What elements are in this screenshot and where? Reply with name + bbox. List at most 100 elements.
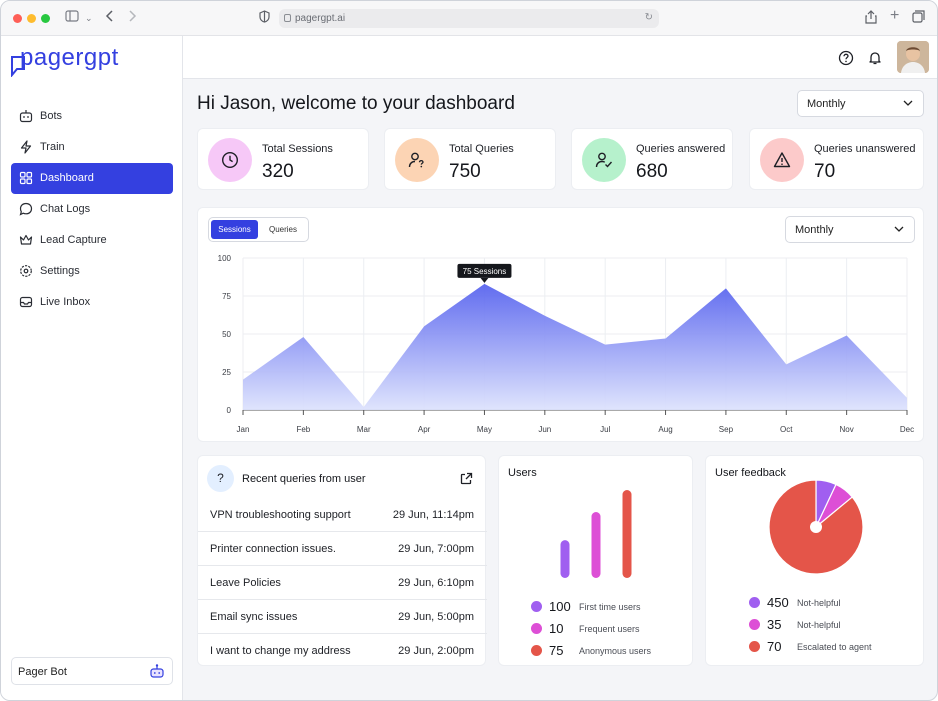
sidebar-item-label: Dashboard — [40, 172, 94, 184]
tabs-overview-icon[interactable] — [912, 10, 925, 27]
x-tick-label: Sep — [719, 425, 734, 434]
browser-toolbar: ⌄ pagergpt.ai ↻ + — [1, 1, 937, 36]
sidebar-item-train[interactable]: Train — [11, 132, 173, 163]
tooltip-text: 75 Sessions — [463, 267, 507, 276]
sidebar-item-live-inbox[interactable]: Live Inbox — [11, 287, 173, 318]
legend-dot — [531, 601, 542, 612]
legend-dot — [749, 619, 760, 630]
query-row[interactable]: Email sync issues 29 Jun, 5:00pm — [198, 600, 487, 634]
x-tick-label: Mar — [357, 425, 371, 434]
page-title: Hi Jason, welcome to your dashboard — [197, 93, 515, 114]
stat-value: 680 — [636, 161, 668, 182]
query-date: 29 Jun, 11:14pm — [392, 509, 474, 521]
sidebar-item-label: Bots — [40, 110, 63, 122]
sidebar-item-chat-logs[interactable]: Chat Logs — [11, 194, 173, 225]
sessions-area-chart: 0 25 50 75 100 Jan Feb Mar Apr May Jun Jul Aug Sep Oct… — [218, 254, 914, 434]
shield-icon[interactable] — [259, 10, 270, 27]
stat-value: 750 — [449, 161, 481, 182]
period-select[interactable]: Monthly — [797, 90, 924, 117]
new-tab-icon[interactable]: + — [890, 8, 899, 24]
sidebar-item-label: Live Inbox — [40, 296, 91, 308]
sidebar-item-label: Train — [40, 141, 65, 153]
back-arrow-icon[interactable] — [105, 10, 115, 26]
sidebar-item-dashboard[interactable]: Dashboard — [11, 163, 173, 194]
close-window-button[interactable] — [13, 14, 22, 23]
chevron-down-icon[interactable]: ⌄ — [85, 10, 93, 26]
recent-queries-title: Recent queries from user — [242, 473, 366, 485]
inbox-icon — [19, 296, 33, 308]
user-bar — [622, 490, 632, 578]
query-text: Leave Policies — [210, 577, 281, 589]
sidebar-item-label: Chat Logs — [40, 203, 91, 215]
legend-label: First time users — [579, 602, 641, 612]
x-tick-label: Jul — [600, 425, 610, 434]
sidebar-item-bots[interactable]: Bots — [11, 101, 173, 132]
reload-icon[interactable]: ↻ — [645, 12, 653, 23]
x-tick-label: Feb — [296, 425, 310, 434]
query-date: 29 Jun, 7:00pm — [398, 543, 474, 555]
x-tick-label: May — [477, 425, 492, 434]
sidebar: pagergpt Bots Train Dashboard Chat Logs … — [1, 36, 183, 700]
stat-label: Total Sessions — [262, 143, 333, 155]
sidebar-item-label: Settings — [40, 265, 80, 277]
query-date: 29 Jun, 2:00pm — [398, 645, 474, 657]
url-text: pagergpt.ai — [295, 13, 346, 24]
legend-dot — [749, 641, 760, 652]
pie-center-hole — [810, 521, 822, 533]
user-feedback-card: User feedback 450 Not-helpful 35 Not-helpf… — [705, 455, 924, 666]
address-bar[interactable]: pagergpt.ai ↻ — [279, 9, 659, 28]
maximize-window-button[interactable] — [41, 14, 50, 23]
stat-value: 70 — [814, 161, 836, 182]
stat-card-queries-unanswered: Queries unanswered 70 — [749, 128, 924, 190]
bot-avatar-icon — [150, 664, 164, 678]
legend-label: Frequent users — [579, 624, 640, 634]
browser-window: ⌄ pagergpt.ai ↻ + pagergpt Bots Train Da… — [0, 0, 938, 701]
query-row[interactable]: Leave Policies 29 Jun, 6:10pm — [198, 566, 487, 600]
stat-icon-circle — [395, 138, 439, 182]
y-tick-label: 100 — [218, 254, 232, 263]
query-row[interactable]: I want to change my address 29 Jun, 2:00p… — [198, 634, 487, 668]
minimize-window-button[interactable] — [27, 14, 36, 23]
query-text: I want to change my address — [210, 645, 351, 657]
stat-icon-circle — [208, 138, 252, 182]
bell-icon[interactable] — [867, 50, 883, 66]
legend-value: 10 — [549, 621, 564, 636]
bolt-icon — [20, 140, 32, 154]
sidebar-item-settings[interactable]: Settings — [11, 256, 173, 287]
warning-icon — [773, 152, 791, 168]
x-tick-label: Aug — [658, 425, 672, 434]
query-row[interactable]: Printer connection issues. 29 Jun, 7:00pm — [198, 532, 487, 566]
share-icon[interactable] — [865, 10, 877, 28]
query-date: 29 Jun, 5:00pm — [398, 611, 474, 623]
clock-icon — [221, 151, 239, 169]
x-tick-label: Nov — [840, 425, 854, 434]
forward-arrow-icon[interactable] — [127, 10, 137, 26]
legend-value: 70 — [767, 639, 782, 654]
stat-value: 320 — [262, 161, 294, 182]
query-row[interactable]: VPN troubleshooting support 29 Jun, 11:14… — [198, 498, 487, 532]
pagergpt-logo[interactable]: pagergpt — [11, 44, 119, 77]
legend-value: 100 — [549, 599, 571, 614]
sidebar-item-label: Lead Capture — [40, 234, 107, 246]
sidebar-item-lead-capture[interactable]: Lead Capture — [11, 225, 173, 256]
stat-icon-circle — [760, 138, 804, 182]
legend-label: Not-helpful — [797, 620, 841, 630]
period-select-value: Monthly — [807, 98, 846, 110]
tooltip-pointer — [480, 277, 489, 283]
avatar[interactable] — [897, 41, 929, 73]
legend-value: 75 — [549, 643, 564, 658]
stat-label: Queries answered — [636, 143, 726, 155]
bot-selector[interactable]: Pager Bot — [11, 657, 173, 685]
stat-label: Queries unanswered — [814, 143, 916, 155]
chevron-down-icon — [903, 100, 913, 106]
y-tick-label: 50 — [222, 330, 231, 339]
logo-bubble-icon — [11, 56, 25, 77]
legend-dot — [531, 645, 542, 656]
grid-icon — [19, 171, 33, 185]
sidebar-toggle-icon[interactable] — [65, 10, 79, 26]
external-link-icon[interactable] — [460, 472, 473, 485]
user-bar — [591, 512, 601, 578]
user-avatar-image — [897, 41, 929, 73]
help-icon[interactable] — [838, 50, 854, 66]
x-tick-label: Oct — [780, 425, 793, 434]
